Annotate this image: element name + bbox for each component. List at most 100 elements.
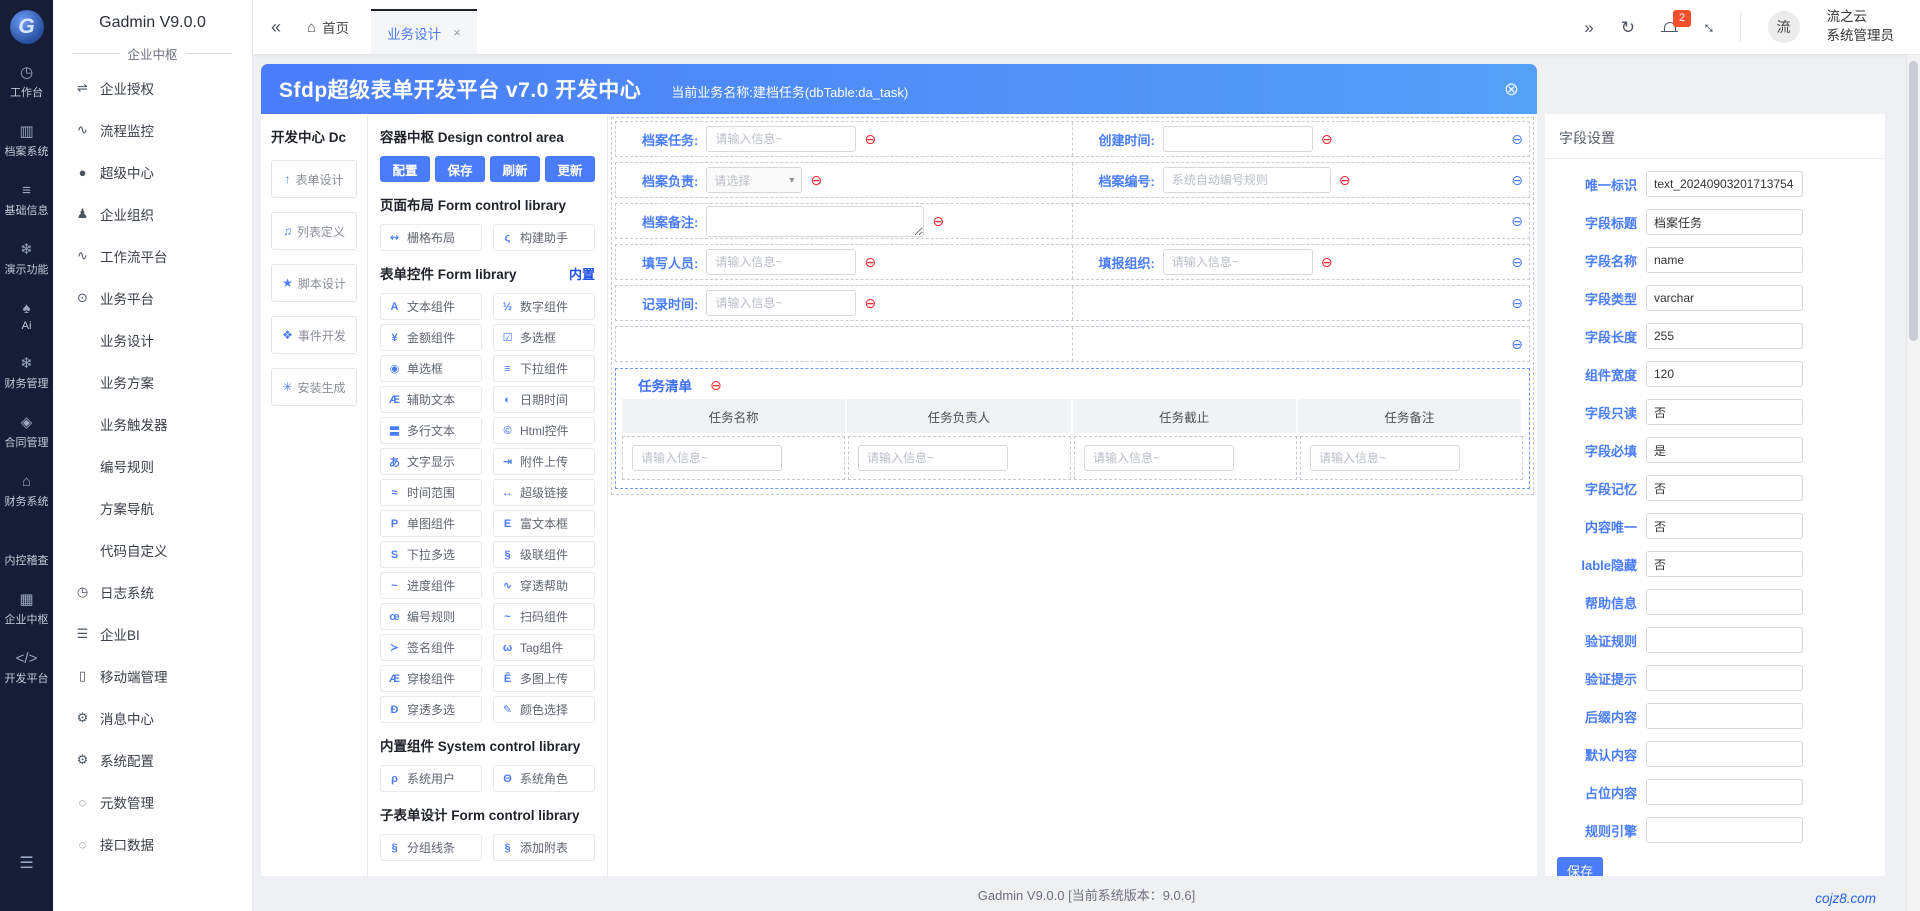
dev-center-button[interactable]: ♫ 列表定义 — [271, 212, 357, 250]
settings-input[interactable] — [1646, 741, 1803, 767]
app-logo[interactable]: G — [10, 10, 44, 44]
form-component[interactable]: E 富文本框 — [493, 510, 595, 537]
sidebar-menu-item[interactable]: 业务设计 ▾ — [62, 319, 243, 361]
sidebar-menu-item[interactable]: ♟ 企业组织 ▾ — [62, 193, 243, 235]
settings-input[interactable] — [1646, 209, 1803, 235]
icon-sidebar-item[interactable]: ❄ 财务管理 — [5, 355, 49, 391]
form-component[interactable]: œ 编号规则 — [380, 603, 482, 630]
settings-input[interactable] — [1646, 703, 1803, 729]
sidebar-menu-item[interactable]: 业务触发器 ▾ — [62, 403, 243, 445]
tab-home[interactable]: ⌂ 首页 — [307, 17, 349, 37]
settings-input[interactable] — [1646, 627, 1803, 653]
layout-component[interactable]: ς 构建助手 — [493, 224, 595, 251]
settings-input[interactable] — [1646, 361, 1803, 387]
field-textarea[interactable] — [706, 206, 924, 237]
sidebar-menu-item[interactable]: ◷ 日志系统 ▾ — [62, 571, 243, 613]
icon-sidebar-item[interactable]: 内控稽查 — [5, 532, 49, 568]
settings-input[interactable] — [1646, 665, 1803, 691]
remove-row-icon[interactable]: ⊖ — [1511, 214, 1523, 228]
remove-row-icon[interactable]: ⊖ — [1511, 173, 1523, 187]
form-component[interactable]: ↔ 超级链接 — [493, 479, 595, 506]
remove-row-icon[interactable]: ⊖ — [1511, 296, 1523, 310]
form-component[interactable]: ⇥ 附件上传 — [493, 448, 595, 475]
sidebar-menu-item[interactable]: 代码自定义 ▾ — [62, 529, 243, 571]
settings-input[interactable] — [1646, 171, 1803, 197]
library-action-button[interactable]: 更新 — [545, 156, 595, 182]
field-input[interactable] — [1163, 249, 1313, 275]
user-avatar[interactable]: 流 — [1768, 11, 1800, 43]
settings-input[interactable] — [1646, 589, 1803, 615]
user-info[interactable]: 流之云 系统管理员 — [1827, 8, 1895, 46]
field-input[interactable] — [706, 249, 856, 275]
remove-row-icon[interactable]: ⊖ — [1511, 132, 1523, 146]
settings-input[interactable] — [1646, 817, 1803, 843]
notification-bell-icon[interactable]: 2 — [1662, 20, 1677, 35]
field-select[interactable]: 请选择 ▾ — [706, 167, 802, 193]
form-component[interactable]: § 级联组件 — [493, 541, 595, 568]
form-component[interactable]: あ 文字显示 — [380, 448, 482, 475]
form-component[interactable]: ∿ 穿透帮助 — [493, 572, 595, 599]
settings-input[interactable] — [1646, 551, 1803, 577]
field-input[interactable] — [1163, 167, 1331, 193]
settings-input[interactable] — [1646, 247, 1803, 273]
expand-tabs-icon[interactable]: » — [1584, 19, 1593, 36]
settings-input[interactable] — [1646, 779, 1803, 805]
sidebar-menu-item[interactable]: ⚙ 系统配置 ▾ — [62, 739, 243, 781]
settings-input[interactable] — [1646, 399, 1803, 425]
form-component[interactable]: ◉ 单选框 — [380, 355, 482, 382]
form-component[interactable]: 〓 多行文本 — [380, 417, 482, 444]
scrollbar[interactable] — [1906, 55, 1920, 911]
form-component[interactable]: ◐ 日期时间 — [493, 386, 595, 413]
form-component[interactable]: ≡ 下拉组件 — [493, 355, 595, 382]
sidebar-menu-item[interactable]: ⊙ 业务平台 ▾ — [62, 277, 243, 319]
delete-field-icon[interactable]: ⊖ — [1321, 132, 1333, 146]
sidebar-menu-item[interactable]: ⚙ 消息中心 ▾ — [62, 697, 243, 739]
form-component[interactable]: ~ 扫码组件 — [493, 603, 595, 630]
form-component[interactable]: Æ 辅助文本 — [380, 386, 482, 413]
layout-component[interactable]: ↭ 栅格布局 — [380, 224, 482, 251]
settings-input[interactable] — [1646, 323, 1803, 349]
form-component[interactable]: S 下拉多选 — [380, 541, 482, 568]
system-component[interactable]: Θ 系统角色 — [493, 765, 595, 792]
subform-component[interactable]: § 分组线条 — [380, 834, 482, 861]
delete-field-icon[interactable]: ⊖ — [864, 296, 876, 310]
remove-row-icon[interactable]: ⊖ — [1511, 337, 1523, 351]
fullscreen-icon[interactable]: ↕ — [1699, 18, 1717, 36]
subtable-input[interactable] — [1310, 445, 1460, 471]
subtable-input[interactable] — [1084, 445, 1234, 471]
settings-input[interactable] — [1646, 513, 1803, 539]
sidebar-menu-item[interactable]: 方案导航 ▾ — [62, 487, 243, 529]
form-component[interactable]: A 文本组件 — [380, 293, 482, 320]
icon-sidebar-item[interactable]: ≡ 基础信息 — [5, 182, 49, 218]
settings-input[interactable] — [1646, 475, 1803, 501]
delete-field-icon[interactable]: ⊖ — [864, 132, 876, 146]
form-component[interactable]: ≈ 时间范围 — [380, 479, 482, 506]
icon-sidebar-item[interactable]: ❄ 演示功能 — [5, 241, 49, 277]
delete-field-icon[interactable]: ⊖ — [810, 173, 822, 187]
form-component[interactable]: Ê 多图上传 — [493, 665, 595, 692]
dev-center-button[interactable]: ↑ 表单设计 — [271, 160, 357, 198]
subtable-input[interactable] — [632, 445, 782, 471]
field-input[interactable] — [706, 290, 856, 316]
form-component[interactable]: ~ 进度组件 — [380, 572, 482, 599]
delete-field-icon[interactable]: ⊖ — [864, 255, 876, 269]
builtin-link[interactable]: 内置 — [569, 264, 595, 283]
close-designer-icon[interactable]: ⊗ — [1504, 79, 1519, 100]
form-component[interactable]: ½ 数字组件 — [493, 293, 595, 320]
icon-sidebar-item[interactable]: </> 开发平台 — [5, 650, 49, 686]
form-component[interactable]: ω Tag组件 — [493, 634, 595, 661]
sidebar-menu-item[interactable]: 编号规则 ▾ — [62, 445, 243, 487]
form-component[interactable]: ¥ 金额组件 — [380, 324, 482, 351]
subtable-input[interactable] — [858, 445, 1008, 471]
delete-field-icon[interactable]: ⊖ — [932, 214, 944, 228]
icon-sidebar-item[interactable]: ⌂ 财务系统 — [5, 473, 49, 509]
remove-row-icon[interactable]: ⊖ — [1511, 255, 1523, 269]
field-input[interactable] — [1163, 126, 1313, 152]
save-button[interactable]: 保存 — [1557, 857, 1603, 876]
form-component[interactable]: Ð 穿透多选 — [380, 696, 482, 723]
refresh-icon[interactable]: ↻ — [1621, 19, 1635, 36]
sidebar-menu-item[interactable]: ◌ 元数管理 ▾ — [62, 781, 243, 823]
collapse-sidebar-icon[interactable]: « — [271, 17, 281, 38]
form-component[interactable]: ✎ 颜色选择 — [493, 696, 595, 723]
dev-center-button[interactable]: ✳ 安装生成 — [271, 368, 357, 406]
